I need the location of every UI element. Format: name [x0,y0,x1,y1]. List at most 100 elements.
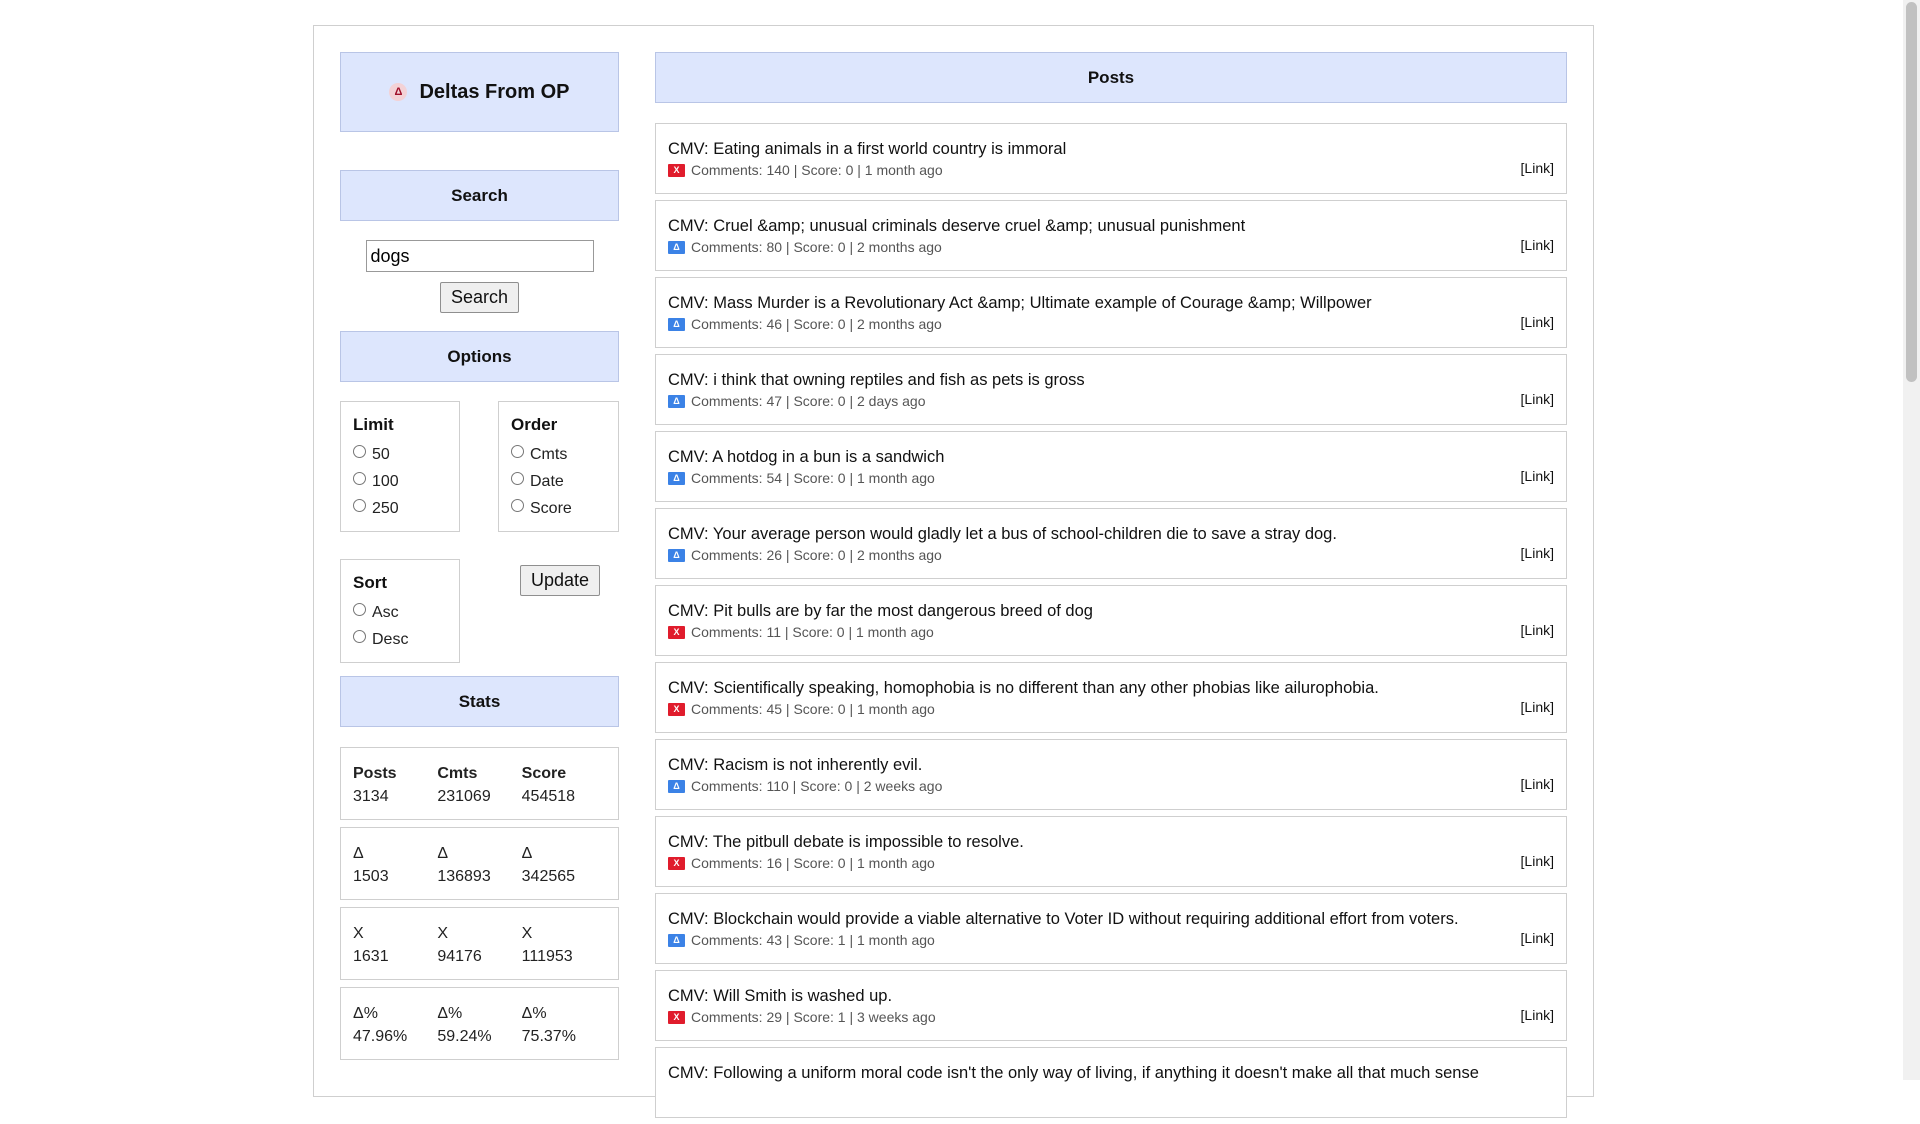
post-link[interactable]: [Link] [1521,391,1554,407]
post-item: CMV: A hotdog in a bun is a sandwich Δ Com… [655,431,1567,502]
sort-legend: Sort [353,573,387,592]
post-meta-text: Comments: 45 | Score: 0 | 1 month ago [691,701,935,717]
order-group: Order Cmts Date Score [498,401,619,532]
stats-row: X 1631 X 94176 X 111953 [340,907,619,980]
order-option-date[interactable]: Date [511,468,606,495]
stat-cell: Score 454518 [522,762,606,819]
post-title[interactable]: CMV: Your average person would gladly le… [668,523,1554,545]
post-link[interactable]: [Link] [1521,314,1554,330]
order-label: Score [530,499,572,517]
order-option-score[interactable]: Score [511,495,606,522]
post-title[interactable]: CMV: i think that owning reptiles and fi… [668,369,1554,391]
stat-label: Δ [353,845,364,862]
post-meta: X Comments: 29 | Score: 1 | 3 weeks ago [668,1009,1554,1025]
post-title[interactable]: CMV: Racism is not inherently evil. [668,754,1554,776]
stat-label: Score [521,765,567,782]
scrollbar-thumb[interactable] [1906,2,1917,382]
radio-icon[interactable] [353,630,366,643]
posts-column: Posts CMV: Eating animals in a first wor… [655,52,1567,1124]
stat-cell: Posts 3134 [353,762,437,819]
limit-option-50[interactable]: 50 [353,441,447,468]
x-badge-icon: X [668,163,685,177]
post-item: CMV: Your average person would gladly le… [655,508,1567,579]
brand-title: Deltas From OP [419,80,570,103]
radio-icon[interactable] [353,603,366,616]
post-title[interactable]: CMV: Cruel &amp; unusual criminals deser… [668,215,1554,237]
stat-value: 94176 [437,948,482,965]
post-meta: Δ Comments: 26 | Score: 0 | 2 months ago [668,547,1554,563]
delta-badge-icon: Δ [668,394,685,408]
stat-value: 231069 [437,788,491,805]
stat-label: Δ% [437,1005,463,1022]
post-link[interactable]: [Link] [1521,1007,1554,1023]
post-meta: Δ Comments: 80 | Score: 0 | 2 months ago [668,239,1554,255]
vertical-scrollbar[interactable] [1903,0,1920,1080]
post-meta: X Comments: 16 | Score: 0 | 1 month ago [668,855,1554,871]
search-button[interactable]: Search [439,282,520,313]
post-title[interactable]: CMV: Following a uniform moral code isn'… [668,1062,1554,1084]
search-input[interactable] [365,240,594,272]
delta-badge-icon: Δ [668,240,685,254]
post-meta-text: Comments: 110 | Score: 0 | 2 weeks ago [691,778,943,794]
post-title[interactable]: CMV: Pit bulls are by far the most dange… [668,600,1554,622]
stat-cell: Δ% 75.37% [522,1002,606,1059]
post-meta-text: Comments: 11 | Score: 0 | 1 month ago [691,624,934,640]
sort-group: Sort Asc Desc [340,559,460,663]
order-option-cmts[interactable]: Cmts [511,441,606,468]
post-title[interactable]: CMV: Eating animals in a first world cou… [668,138,1554,160]
post-title[interactable]: CMV: Blockchain would provide a viable a… [668,908,1554,930]
x-badge-icon: X [668,856,685,870]
stat-value: 47.96% [353,1028,408,1045]
stat-label: Δ% [353,1005,378,1022]
stat-label: Cmts [437,765,478,782]
x-badge-icon: X [668,1010,685,1024]
post-title[interactable]: CMV: Mass Murder is a Revolutionary Act … [668,292,1554,314]
stat-label: Δ [437,845,449,862]
post-link[interactable]: [Link] [1521,237,1554,253]
post-meta-text: Comments: 140 | Score: 0 | 1 month ago [691,162,943,178]
limit-option-250[interactable]: 250 [353,495,447,522]
update-button[interactable]: Update [520,565,601,596]
radio-icon[interactable] [353,472,366,485]
stat-label: Δ% [521,1005,547,1022]
limit-option-100[interactable]: 100 [353,468,447,495]
post-link[interactable]: [Link] [1521,930,1554,946]
post-link[interactable]: [Link] [1521,853,1554,869]
stat-value: 1631 [353,948,389,965]
post-item: CMV: Will Smith is washed up. X Comments: … [655,970,1567,1041]
sort-option-asc[interactable]: Asc [353,599,447,626]
post-link[interactable]: [Link] [1521,545,1554,561]
post-link[interactable]: [Link] [1521,699,1554,715]
post-link[interactable]: [Link] [1521,776,1554,792]
radio-icon[interactable] [511,445,524,458]
radio-icon[interactable] [511,472,524,485]
stat-value: 1503 [353,868,389,885]
stat-label: Posts [353,765,397,782]
radio-icon[interactable] [511,499,524,512]
search-form: Search [340,221,619,331]
sort-label: Asc [372,603,399,621]
post-link[interactable]: [Link] [1521,160,1554,176]
post-item: CMV: Racism is not inherently evil. Δ Comm… [655,739,1567,810]
post-title[interactable]: CMV: Will Smith is washed up. [668,985,1554,1007]
x-badge-icon: X [668,625,685,639]
post-meta-text: Comments: 29 | Score: 1 | 3 weeks ago [691,1009,936,1025]
post-meta-text: Comments: 16 | Score: 0 | 1 month ago [691,855,935,871]
stat-label: X [353,925,364,942]
stat-cell: Δ% 47.96% [353,1002,437,1059]
post-link[interactable]: [Link] [1521,622,1554,638]
post-title[interactable]: CMV: The pitbull debate is impossible to… [668,831,1554,853]
post-title[interactable]: CMV: A hotdog in a bun is a sandwich [668,446,1554,468]
radio-icon[interactable] [353,445,366,458]
post-title[interactable]: CMV: Scientifically speaking, homophobia… [668,677,1554,699]
delta-badge-icon: Δ [668,548,685,562]
post-meta-text: Comments: 80 | Score: 0 | 2 months ago [691,239,942,255]
post-meta: Δ Comments: 54 | Score: 0 | 1 month ago [668,470,1554,486]
post-meta: Δ Comments: 47 | Score: 0 | 2 days ago [668,393,1554,409]
radio-icon[interactable] [353,499,366,512]
stat-cell: Cmts 231069 [437,762,521,819]
brand-header[interactable]: Δ Deltas From OP [340,52,619,132]
sort-option-desc[interactable]: Desc [353,626,447,653]
post-item: CMV: Blockchain would provide a viable a… [655,893,1567,964]
post-link[interactable]: [Link] [1521,468,1554,484]
